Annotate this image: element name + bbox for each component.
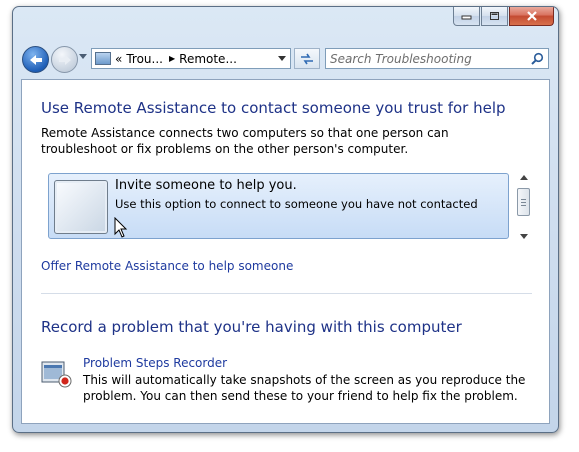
close-button[interactable] (509, 7, 554, 26)
maximize-button[interactable] (481, 7, 508, 26)
content-pane: Use Remote Assistance to contact someone… (21, 79, 550, 424)
scroll-up-icon[interactable] (520, 175, 528, 180)
problem-steps-recorder-description: This will automatically take snapshots o… (83, 373, 526, 403)
breadcrumb-remote-assistance[interactable]: Remote... (179, 52, 237, 66)
remote-assistance-description: Remote Assistance connects two computers… (41, 126, 449, 156)
recent-pages-dropdown[interactable] (79, 54, 87, 59)
problem-steps-recorder-link[interactable]: Problem Steps Recorder (83, 356, 227, 370)
scroll-thumb[interactable] (517, 188, 530, 216)
section-divider (41, 293, 532, 294)
refresh-button[interactable] (294, 48, 320, 69)
address-dropdown-icon[interactable] (278, 56, 286, 61)
forward-button[interactable] (51, 46, 78, 73)
scroll-down-icon[interactable] (520, 234, 528, 239)
minimize-icon (461, 15, 472, 20)
search-placeholder: Search Troubleshooting (330, 52, 472, 66)
back-arrow-icon (29, 54, 42, 65)
grip-line (521, 199, 526, 200)
invite-icon (54, 180, 108, 234)
refresh-icon (301, 53, 313, 64)
grip-line (521, 205, 526, 206)
problem-steps-recorder-icon (41, 361, 72, 388)
address-overflow-chevron[interactable]: « (115, 52, 122, 66)
forward-arrow-icon (58, 54, 71, 65)
page-title: Use Remote Assistance to contact someone… (41, 99, 506, 117)
options-scrollbar[interactable] (516, 171, 533, 243)
search-icon[interactable] (531, 52, 544, 65)
window: « Trou... ▶ Remote... Search Troubleshoo… (12, 6, 559, 433)
invite-subtitle: Use this option to connect to someone yo… (115, 197, 478, 211)
close-icon (526, 11, 537, 21)
breadcrumb-troubleshooting[interactable]: Trou... (126, 52, 163, 66)
offer-remote-assistance-link[interactable]: Offer Remote Assistance to help someone (41, 259, 293, 273)
search-input[interactable]: Search Troubleshooting (325, 48, 549, 69)
record-problem-heading: Record a problem that you're having with… (41, 318, 462, 336)
invite-title: Invite someone to help you. (115, 178, 297, 193)
caption-buttons (453, 7, 554, 26)
mouse-cursor-icon (114, 217, 128, 238)
address-bar[interactable]: « Trou... ▶ Remote... (91, 48, 291, 69)
back-button[interactable] (22, 46, 49, 73)
control-panel-icon (95, 52, 111, 65)
breadcrumb-separator-icon[interactable]: ▶ (169, 54, 175, 63)
navigation-bar: « Trou... ▶ Remote... Search Troubleshoo… (13, 45, 558, 75)
minimize-button[interactable] (453, 7, 480, 26)
maximize-icon (490, 12, 499, 20)
grip-line (521, 202, 526, 203)
